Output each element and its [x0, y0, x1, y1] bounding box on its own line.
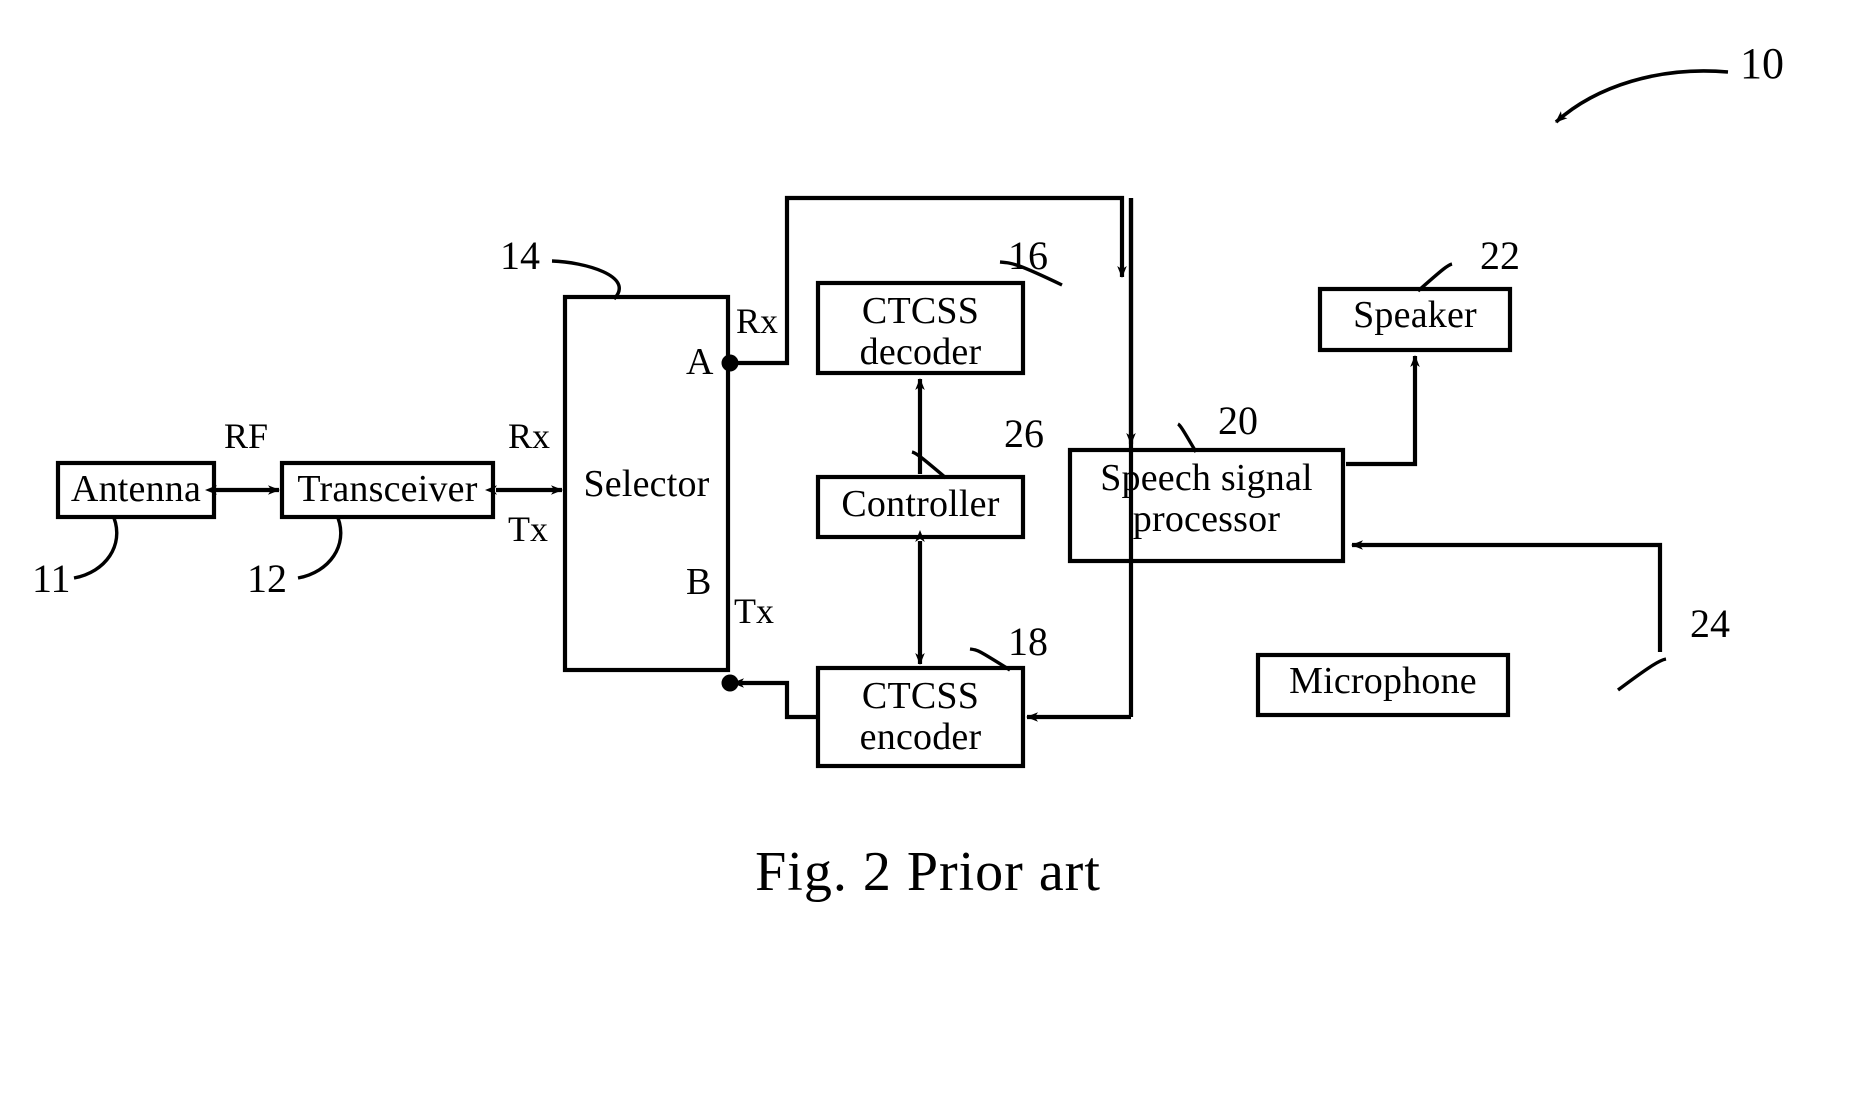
signal-label-rx-left: Rx	[508, 416, 551, 456]
leader-12	[297, 517, 343, 580]
signal-label-tx-left: Tx	[508, 509, 548, 549]
ref-numeral-18: 18	[1008, 619, 1048, 664]
leader-24	[1616, 657, 1667, 692]
ref-numeral-10: 10	[1740, 39, 1784, 88]
label-transceiver: Transceiver	[297, 468, 478, 510]
terminal-dot-a	[721, 354, 739, 372]
patent-figure-canvas: Antenna Transceiver Selector CTCSS decod…	[0, 0, 1856, 1115]
label-microphone: Microphone	[1289, 660, 1477, 702]
link-dsp-to-speaker	[1346, 355, 1420, 467]
label-selector: Selector	[583, 463, 710, 505]
ref-numeral-14: 14	[500, 233, 540, 278]
figure-caption: Fig. 2 Prior art	[755, 841, 1101, 903]
signal-label-rx-right: Rx	[736, 301, 779, 341]
ref-numeral-12: 12	[247, 556, 287, 601]
label-ctcss-decoder: CTCSS decoder	[859, 290, 982, 374]
ref-numeral-22: 22	[1480, 233, 1520, 278]
label-ctcss-encoder: CTCSS encoder	[859, 675, 982, 759]
leader-14	[551, 259, 621, 301]
label-speech-signal-processor: Speech signal processor	[1100, 457, 1313, 541]
terminal-label-b: B	[686, 561, 712, 603]
leader-11	[73, 517, 119, 580]
leader-10-arrow	[1554, 69, 1729, 124]
ref-numeral-26: 26	[1004, 411, 1044, 456]
terminal-dot-b	[721, 674, 739, 692]
ref-numeral-11: 11	[32, 556, 71, 601]
link-encoder-to-b	[732, 678, 818, 720]
ref-numeral-20: 20	[1218, 398, 1258, 443]
leader-20	[1177, 422, 1198, 453]
signal-label-rf: RF	[224, 416, 269, 456]
terminal-label-a: A	[686, 341, 714, 383]
signal-label-tx-right: Tx	[734, 591, 774, 631]
label-antenna: Antenna	[70, 468, 202, 510]
label-controller: Controller	[841, 483, 1000, 525]
label-speaker: Speaker	[1353, 294, 1477, 336]
ref-numeral-16: 16	[1008, 233, 1048, 278]
link-microphone-to-dsp	[1351, 540, 1663, 652]
leader-26	[911, 450, 948, 480]
ref-numeral-24: 24	[1690, 601, 1730, 646]
